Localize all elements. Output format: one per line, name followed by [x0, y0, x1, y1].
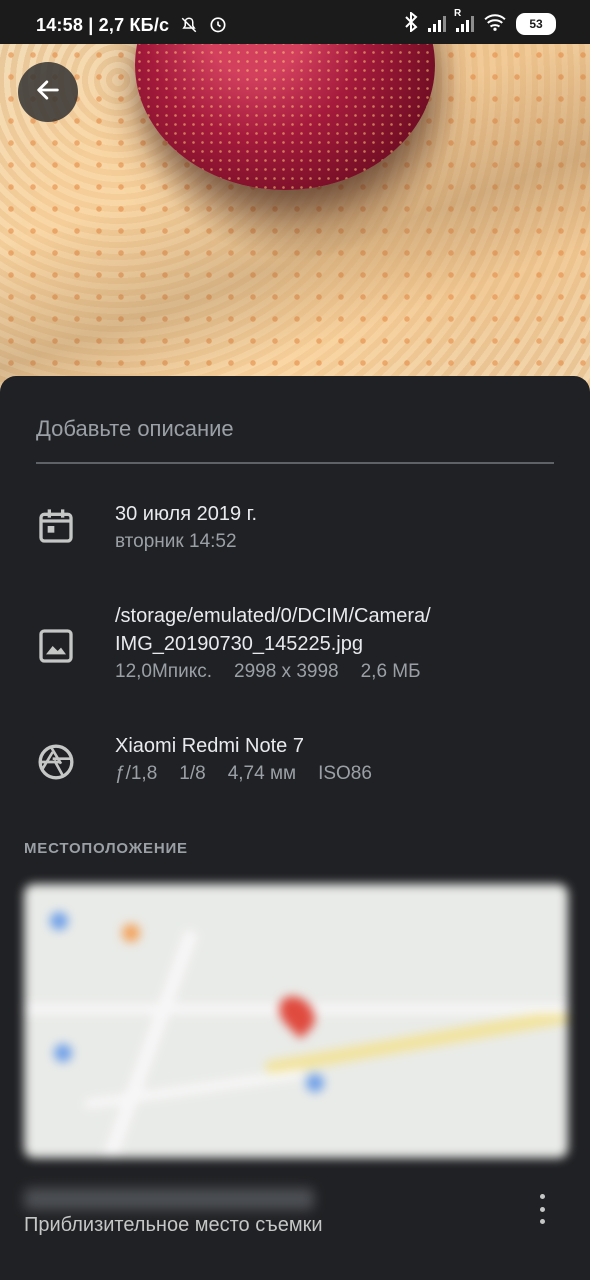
calendar-icon — [36, 506, 76, 546]
camera-info: Xiaomi Redmi Note 7 ƒ/1,8 1/8 4,74 мм ISO86 — [115, 732, 394, 788]
more-vert-icon[interactable] — [530, 1194, 554, 1224]
alarm-icon — [208, 14, 228, 39]
file-meta: 12,0Мпикс. 2998 x 3998 2,6 МБ — [115, 661, 421, 682]
location-map[interactable] — [24, 884, 568, 1158]
status-time-speed: 14:58 | 2,7 КБ/с — [36, 14, 228, 39]
date-info: 30 июля 2019 г. вторник 14:52 — [115, 503, 258, 552]
file-info: /storage/emulated/0/DCIM/Camera/ IMG_201… — [115, 602, 443, 686]
wifi-icon — [484, 13, 506, 35]
camera-meta: ƒ/1,8 1/8 4,74 мм ISO86 — [115, 763, 372, 784]
location-section-title: МЕСТОПОЛОЖЕНИЕ — [24, 840, 188, 857]
aperture-icon — [36, 742, 76, 782]
arrow-left-icon — [34, 76, 62, 109]
back-button[interactable] — [18, 62, 78, 122]
location-caption: Приблизительное место съемки — [24, 1214, 323, 1236]
bluetooth-icon — [404, 10, 418, 36]
description-input[interactable]: Добавьте описание — [36, 416, 554, 464]
photo-preview[interactable] — [0, 0, 590, 400]
battery-indicator: 53 — [516, 13, 556, 35]
signal-sim1-icon — [428, 16, 446, 32]
blurred-address — [24, 1188, 314, 1210]
mute-icon — [180, 16, 198, 39]
signal-sim2-icon: R — [454, 8, 474, 32]
details-sheet: Добавьте описание 30 июля 2019 г. вторни… — [0, 376, 590, 1280]
image-icon — [36, 626, 76, 666]
location-pin-icon — [272, 989, 322, 1039]
status-bar: 14:58 | 2,7 КБ/с R 53 — [0, 0, 590, 44]
